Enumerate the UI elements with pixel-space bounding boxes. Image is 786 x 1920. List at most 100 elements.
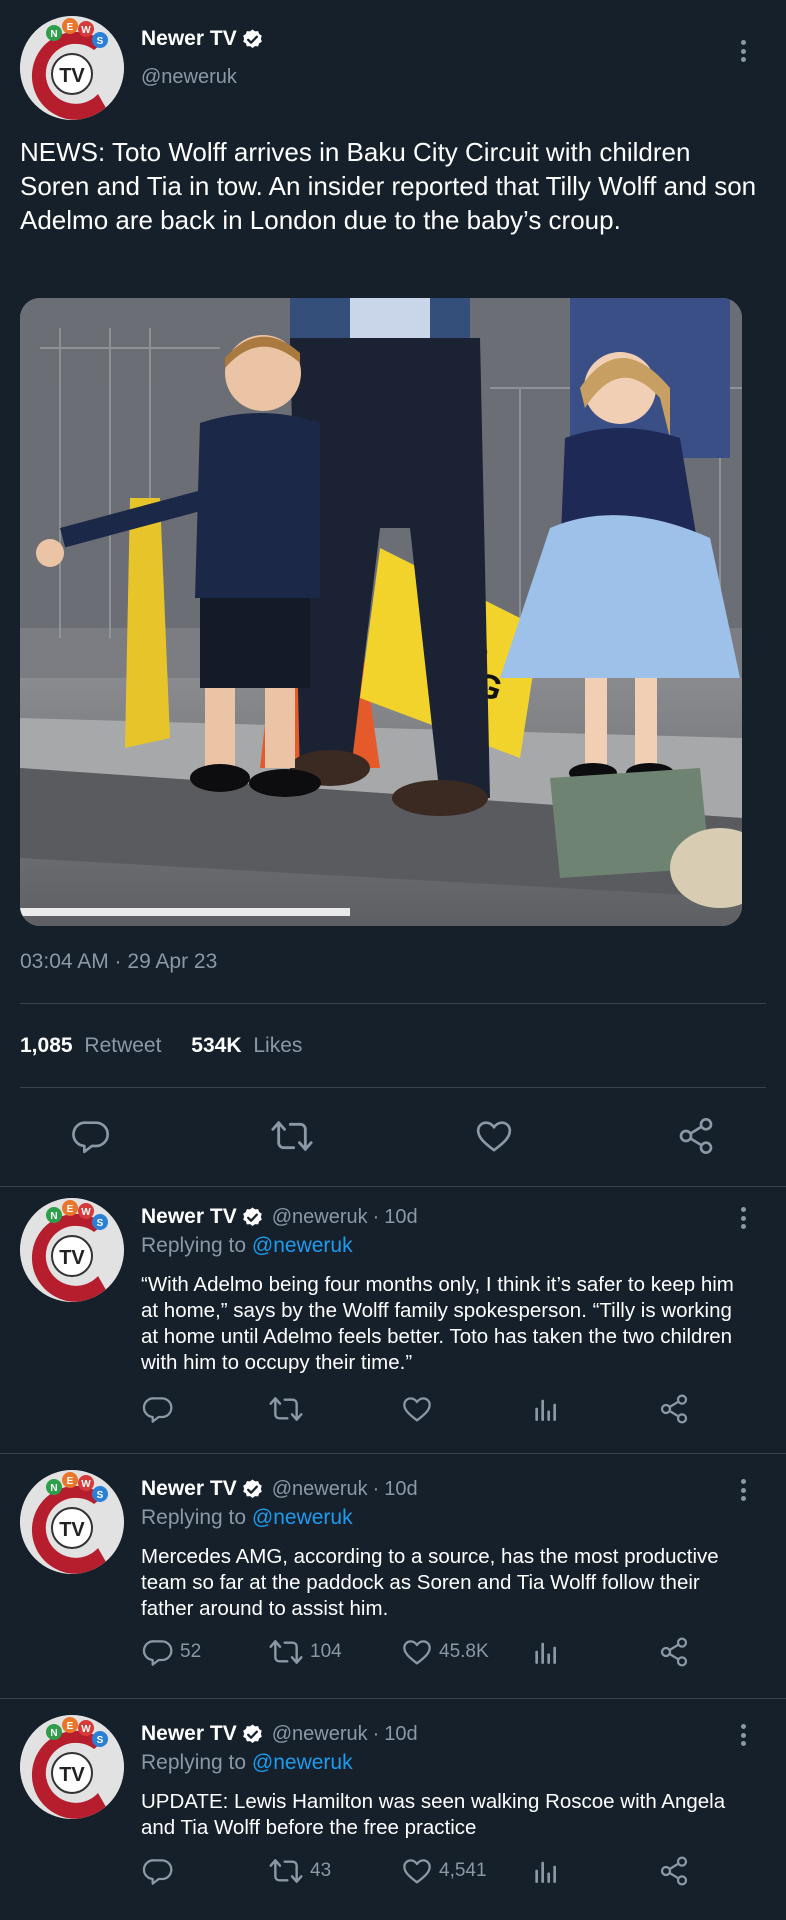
svg-text:S: S (97, 36, 104, 47)
svg-text:TV: TV (59, 1764, 85, 1786)
svg-text:W: W (81, 25, 91, 36)
more-icon[interactable] (731, 1475, 755, 1505)
like-icon[interactable] (401, 1393, 439, 1425)
mention-link[interactable]: @neweruk (252, 1751, 353, 1774)
svg-text:E: E (67, 1204, 74, 1215)
verified-badge-icon (241, 1723, 264, 1746)
like-count: 45.8K (439, 1641, 489, 1662)
like-count: 4,541 (439, 1860, 487, 1881)
reply-action-bar (0, 1393, 786, 1443)
reply-time[interactable]: 10d (384, 1478, 417, 1501)
share-icon[interactable] (658, 1855, 690, 1887)
share-icon[interactable] (658, 1393, 690, 1425)
reply-text: Mercedes AMG, according to a source, has… (141, 1545, 719, 1620)
share-icon[interactable] (676, 1116, 716, 1156)
svg-text:W: W (81, 1479, 91, 1490)
retweet-label[interactable]: Retweet (84, 1034, 161, 1057)
svg-text:W: W (81, 1207, 91, 1218)
svg-text:TV: TV (59, 1519, 85, 1541)
retweet-count: 104 (310, 1641, 342, 1662)
svg-text:W: W (81, 1724, 91, 1735)
like-icon[interactable]: 4,541 (401, 1855, 487, 1887)
mention-link[interactable]: @neweruk (252, 1234, 353, 1257)
author-name-row: Newer TV @neweruk · 10d (141, 1722, 418, 1746)
verified-badge-icon (241, 28, 264, 51)
author-handle[interactable]: @neweruk (272, 1206, 368, 1229)
author-handle[interactable]: @neweruk (272, 1723, 368, 1746)
verified-badge-icon (241, 1478, 264, 1501)
reply-tweet[interactable]: TV N E W S Newer TV @neweruk · 10d Reply… (0, 1703, 786, 1920)
reply-icon[interactable] (71, 1116, 111, 1156)
engagement-stats: 1,085 Retweet 534K Likes (20, 1034, 302, 1058)
tweet-timestamp: 03:04 AM · 29 Apr 23 (20, 950, 218, 973)
avatar[interactable]: TV N E W S (20, 1198, 124, 1302)
author-name-row: Newer TV (141, 27, 264, 51)
verified-badge-icon (241, 1206, 264, 1229)
reply-time[interactable]: 10d (384, 1206, 417, 1229)
reply-action-bar: 52 104 45.8K (0, 1636, 786, 1686)
display-name[interactable]: Newer TV (141, 27, 237, 51)
author-name-row: Newer TV @neweruk · 10d (141, 1477, 418, 1501)
share-icon[interactable] (658, 1636, 690, 1668)
reply-icon[interactable]: 52 (142, 1636, 201, 1668)
reply-tweet[interactable]: TV N E W S Newer TV @neweruk · 10d Reply… (0, 1186, 786, 1453)
reply-time[interactable]: 10d (384, 1723, 417, 1746)
reply-text: UPDATE: Lewis Hamilton was seen walking … (141, 1790, 726, 1839)
avatar[interactable]: TV N E W S (20, 1715, 124, 1819)
svg-text:N: N (50, 1483, 57, 1494)
svg-text:TV: TV (59, 1247, 85, 1269)
divider (20, 1003, 766, 1004)
author-handle[interactable]: @neweruk (272, 1478, 368, 1501)
likes-label[interactable]: Likes (253, 1034, 302, 1057)
retweet-count[interactable]: 1,085 (20, 1034, 73, 1057)
avatar[interactable]: TV N E W S (20, 16, 124, 120)
reply-action-bar: 43 4,541 (0, 1855, 786, 1905)
display-name[interactable]: Newer TV (141, 1477, 237, 1501)
retweet-icon[interactable]: 43 (268, 1855, 331, 1887)
divider (0, 1453, 786, 1454)
like-icon[interactable]: 45.8K (401, 1636, 489, 1668)
svg-text:S: S (97, 1218, 104, 1229)
retweet-count: 43 (310, 1860, 332, 1881)
svg-text:E: E (67, 1721, 74, 1732)
mention-link[interactable]: @neweruk (252, 1506, 353, 1529)
reply-text: “With Adelmo being four months only, I t… (141, 1273, 734, 1374)
retweet-icon[interactable]: 104 (268, 1636, 342, 1668)
more-icon[interactable] (731, 36, 755, 66)
reply-count: 52 (180, 1641, 202, 1662)
svg-text:N: N (50, 29, 57, 40)
avatar[interactable]: TV N E W S (20, 1470, 124, 1574)
svg-text:S: S (97, 1490, 104, 1501)
main-tweet: TV N E W S Newer TV @neweruk NEWS: Toto … (0, 0, 786, 1185)
reply-tweet[interactable]: TV N E W S Newer TV @neweruk · 10d Reply… (0, 1458, 786, 1698)
more-icon[interactable] (731, 1720, 755, 1750)
analytics-icon[interactable] (530, 1855, 562, 1887)
divider (0, 1698, 786, 1699)
divider (20, 1087, 766, 1088)
display-name[interactable]: Newer TV (141, 1722, 237, 1746)
svg-text:E: E (67, 1476, 74, 1487)
retweet-icon[interactable] (270, 1116, 314, 1156)
svg-text:TV: TV (59, 65, 85, 87)
display-name[interactable]: Newer TV (141, 1205, 237, 1229)
svg-text:N: N (50, 1211, 57, 1222)
like-icon[interactable] (474, 1116, 514, 1156)
analytics-icon[interactable] (530, 1636, 562, 1668)
analytics-icon[interactable] (530, 1393, 562, 1425)
replying-to: Replying to @neweruk (141, 1506, 353, 1529)
more-icon[interactable] (731, 1203, 755, 1233)
main-action-bar (0, 1113, 786, 1163)
author-handle[interactable]: @neweruk (141, 66, 237, 89)
svg-text:S: S (97, 1735, 104, 1746)
reply-icon[interactable] (142, 1855, 180, 1887)
replying-to: Replying to @neweruk (141, 1751, 353, 1774)
tweet-text: NEWS: Toto Wolff arrives in Baku City Ci… (20, 137, 757, 235)
replying-to: Replying to @neweruk (141, 1234, 353, 1257)
likes-count[interactable]: 534K (191, 1034, 241, 1057)
retweet-icon[interactable] (268, 1393, 310, 1425)
reply-icon[interactable] (142, 1393, 180, 1425)
svg-text:E: E (67, 22, 74, 33)
author-name-row: Newer TV @neweruk · 10d (141, 1205, 418, 1229)
svg-text:N: N (50, 1728, 57, 1739)
tweet-photo[interactable]: time ING g on (20, 298, 742, 926)
